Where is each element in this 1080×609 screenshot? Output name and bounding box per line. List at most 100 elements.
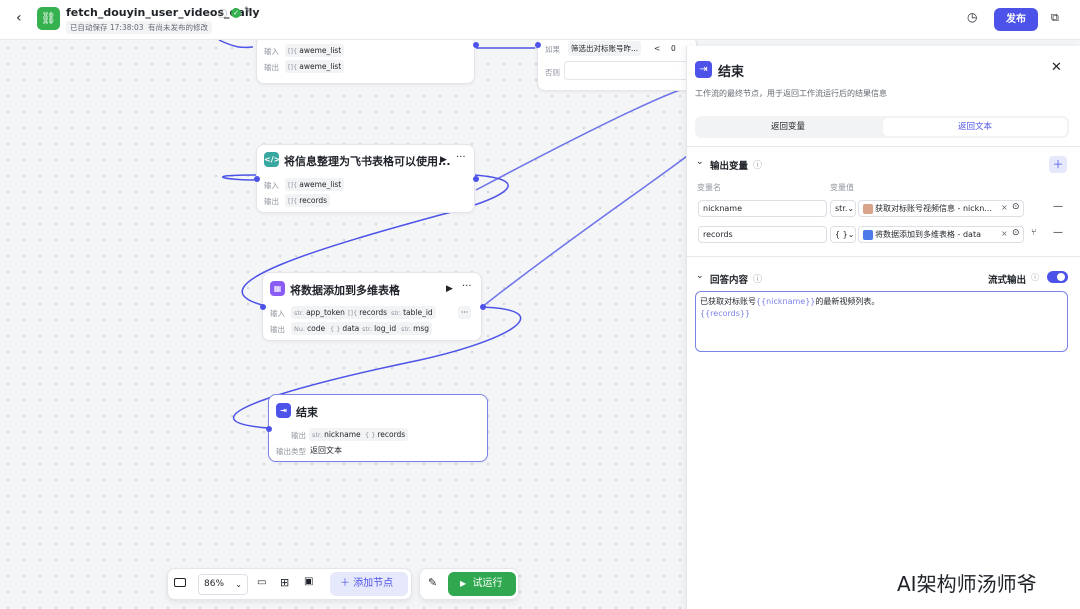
comment-icon[interactable]: ▭ xyxy=(257,577,266,588)
publish-button[interactable]: 发布 xyxy=(994,8,1038,31)
input-port[interactable] xyxy=(260,304,266,310)
clear-icon[interactable]: × xyxy=(1001,229,1008,238)
node-title: 将数据添加到多维表格 xyxy=(290,284,400,297)
settings-icon[interactable]: ⊙ xyxy=(1012,228,1020,238)
variable-chip: str. table_id xyxy=(388,306,436,319)
variable-name-input[interactable]: records xyxy=(698,226,827,243)
variable-type-select[interactable]: { }⌄ xyxy=(830,226,856,243)
chevron-down-icon[interactable]: ⌄ xyxy=(696,271,704,281)
info-icon[interactable]: ⓘ xyxy=(753,272,762,285)
node-input-label: 输入 xyxy=(264,181,279,190)
code-icon: </> xyxy=(264,152,280,167)
output-type-label: 输出类型 xyxy=(276,447,306,456)
panel-title: 结束 xyxy=(718,65,745,80)
variable-name-input[interactable]: nickname xyxy=(698,200,827,217)
info-icon[interactable]: ⓘ xyxy=(218,7,227,20)
variable-chip: str. msg xyxy=(398,322,433,335)
input-port[interactable] xyxy=(535,42,541,48)
plus-icon: ＋ xyxy=(340,578,350,589)
variable-chip: { } records xyxy=(362,428,409,441)
node-condition-partial[interactable]: 如果 筛选出对标账号昨... < 0 否则 xyxy=(535,36,697,91)
else-label: 否则 xyxy=(545,68,560,77)
minimap-icon[interactable]: ▣ xyxy=(304,576,313,587)
tab-bar: 返回变量 返回文本 xyxy=(695,116,1069,138)
else-field[interactable] xyxy=(564,61,694,80)
node-plugin[interactable]: ▦ 将数据添加到多维表格 ♕ ▶ ··· 输入 str. app_token []… xyxy=(260,272,486,341)
grid-icon[interactable]: ⊞ xyxy=(280,576,289,589)
remove-row-icon[interactable]: — xyxy=(1053,227,1063,238)
layout-icon[interactable] xyxy=(174,578,186,587)
check-icon: ✓ xyxy=(231,8,241,18)
settings-icon[interactable]: ⊙ xyxy=(1012,202,1020,212)
avatar xyxy=(863,203,873,214)
back-icon[interactable]: ‹ xyxy=(16,10,22,26)
variable-type-select[interactable]: str.⌄ xyxy=(830,200,856,217)
more-icon[interactable]: ··· xyxy=(456,152,466,164)
variable-chip: []{records xyxy=(285,194,331,207)
node-output-label: 输出 xyxy=(264,197,279,206)
node-output-label: 输出 xyxy=(291,431,306,440)
info-icon[interactable]: ⓘ xyxy=(1031,272,1039,283)
tab-return-text[interactable]: 返回文本 xyxy=(883,118,1067,136)
variable-chip: []{aweme_list xyxy=(285,60,345,73)
more-inputs-chip[interactable]: ··· xyxy=(458,306,472,319)
debug-icon[interactable]: ✎ xyxy=(428,576,437,589)
close-icon[interactable]: ✕ xyxy=(1051,60,1062,75)
watermark: AI架构师汤师爷 xyxy=(897,572,1037,596)
node-end[interactable]: ⇥ 结束 输出 str. nickname { } records 输出类型 返回文… xyxy=(266,394,488,462)
end-icon: ⇥ xyxy=(276,403,291,418)
variable-chip: { } data xyxy=(327,322,363,335)
autosave-status: 已自动保存 17:38:03 xyxy=(66,21,148,34)
info-icon[interactable]: ⓘ xyxy=(753,158,762,171)
variable-chip: Nu. code xyxy=(291,322,329,335)
column-name-header: 变量名 xyxy=(697,183,721,192)
play-icon: ▶ xyxy=(460,579,467,588)
table-icon: ▦ xyxy=(270,281,285,296)
node-title: 结束 xyxy=(296,406,318,419)
divider xyxy=(687,256,1080,257)
variable-value-ref[interactable]: 获取对标账号视频信息 - nickn... xyxy=(858,200,1024,217)
clear-icon[interactable]: × xyxy=(1001,203,1008,212)
answer-content-title: 回答内容 xyxy=(710,275,749,286)
stream-toggle[interactable] xyxy=(1047,271,1068,283)
output-type-value: 返回文本 xyxy=(310,446,342,455)
chevron-down-icon[interactable]: ⌄ xyxy=(696,157,704,167)
node-config-panel: ⇥ 结束 ✕ 工作流的最终节点，用于返回工作流运行后的结果信息 返回变量 返回文… xyxy=(686,46,1080,609)
edit-icon[interactable]: ✎ xyxy=(244,6,252,16)
condition-field[interactable]: 筛选出对标账号昨... xyxy=(568,41,642,56)
node-top-partial[interactable]: 输入 []{aweme_list 输出 []{aweme_list xyxy=(256,36,479,84)
canvas-toolbar: 86% ⌄ ▭ ⊞ ▣ ＋ 添加节点 xyxy=(167,568,412,600)
output-port[interactable] xyxy=(473,176,479,182)
add-variable-button[interactable]: ＋ xyxy=(1049,156,1067,173)
workflow-icon: ⛓ xyxy=(37,7,60,30)
remove-row-icon[interactable]: — xyxy=(1053,201,1063,212)
more-icon[interactable]: ··· xyxy=(462,281,472,293)
condition-value[interactable]: 0 xyxy=(671,44,676,53)
variable-value-ref[interactable]: 将数据添加到多维表格 - data xyxy=(858,226,1024,243)
variable-chip: str. log_id xyxy=(359,322,400,335)
test-run-button[interactable]: ▶ 试运行 xyxy=(448,572,516,596)
plugin-badge-icon: ♕ xyxy=(391,283,399,292)
node-code[interactable]: </> 将信息整理为飞书表格可以使用... ▶ ··· 输入 []{aweme_… xyxy=(254,144,479,213)
operator[interactable]: < xyxy=(654,44,660,53)
answer-textarea[interactable]: 已获取对标账号{{nickname}}的最新视频列表。 {{records}} xyxy=(695,291,1068,352)
history-icon[interactable]: ◷ xyxy=(967,10,977,24)
run-node-icon[interactable]: ▶ xyxy=(440,154,447,166)
output-port[interactable] xyxy=(480,304,486,310)
run-toolbar: ✎ ▶ 试运行 xyxy=(419,568,519,600)
node-input-label: 输入 xyxy=(264,47,279,56)
stream-output-label: 流式输出 xyxy=(988,275,1027,286)
zoom-select[interactable]: 86% ⌄ xyxy=(198,574,248,595)
copy-icon[interactable]: ⧉ xyxy=(1051,11,1059,25)
output-port[interactable] xyxy=(473,42,479,48)
if-label: 如果 xyxy=(545,45,560,54)
input-port[interactable] xyxy=(266,426,272,432)
table-icon xyxy=(863,229,873,240)
tab-return-variables[interactable]: 返回变量 xyxy=(695,116,881,138)
branch-icon[interactable]: ⑂ xyxy=(1031,228,1036,238)
end-icon: ⇥ xyxy=(695,61,712,78)
input-port[interactable] xyxy=(254,176,260,182)
toggle-knob xyxy=(1057,273,1065,281)
add-node-button[interactable]: ＋ 添加节点 xyxy=(330,572,408,596)
run-node-icon[interactable]: ▶ xyxy=(446,283,453,295)
